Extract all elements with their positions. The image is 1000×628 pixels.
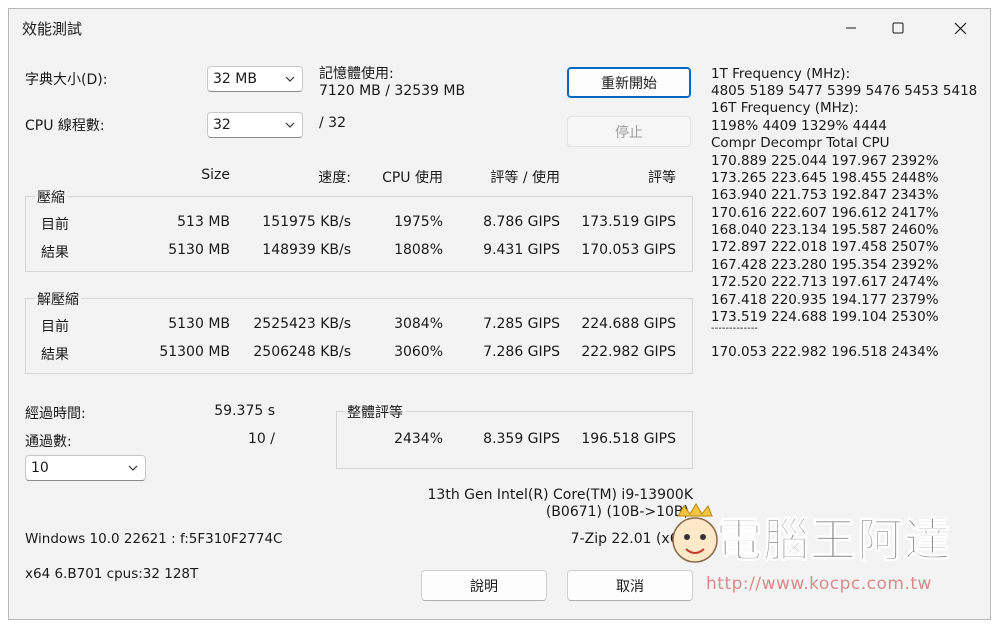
- compress-result-size: 5130 MB: [168, 242, 230, 258]
- column-speed: 速度:: [318, 170, 351, 186]
- compress-current-rating: 173.519 GIPS: [581, 214, 676, 230]
- memory-usage-label: 記憶體使用:: [319, 66, 394, 82]
- compress-result-rating: 170.053 GIPS: [581, 242, 676, 258]
- cpu-threads-max: / 32: [319, 115, 346, 131]
- decompress-current-rating: 224.688 GIPS: [581, 316, 676, 332]
- watermark: 電腦王阿達 http://www.kocpc.com.tw: [664, 494, 984, 604]
- title-bar: 效能測試: [9, 9, 990, 47]
- log-line: 173.265 223.645 198.455 2448%: [711, 170, 939, 186]
- log-line: 170.053 222.982 196.518 2434%: [711, 344, 939, 360]
- chevron-down-icon: [285, 122, 295, 128]
- log-line: Compr Decompr Total CPU: [711, 135, 890, 151]
- dict-size-value: 32 MB: [213, 71, 257, 87]
- decompress-current-rpu: 7.285 GIPS: [483, 316, 560, 332]
- watermark-name: 電腦王阿達: [716, 513, 951, 568]
- decompress-group-title: 解壓縮: [35, 289, 81, 309]
- total-rating-title: 整體評等: [345, 402, 405, 422]
- restart-button[interactable]: 重新開始: [567, 67, 691, 98]
- chevron-down-icon: [128, 465, 138, 471]
- column-size: Size: [201, 167, 230, 183]
- compress-current-rpu: 8.786 GIPS: [483, 214, 560, 230]
- decompress-result-rating: 222.982 GIPS: [581, 344, 676, 360]
- stop-button[interactable]: 停止: [567, 116, 691, 147]
- total-rpu: 8.359 GIPS: [483, 431, 560, 447]
- log-line: 167.418 220.935 194.177 2379%: [711, 292, 939, 308]
- close-button[interactable]: [937, 9, 983, 47]
- cpu-threads-label: CPU 線程數:: [25, 118, 105, 134]
- compress-result-cpu: 1808%: [394, 242, 443, 258]
- log-line: 1198% 4409 1329% 4444: [711, 118, 887, 134]
- cpu-id: (B0671) (10B->10B): [545, 504, 689, 520]
- mascot-icon: [672, 503, 718, 563]
- decompress-current-cpu: 3084%: [394, 316, 443, 332]
- log-separator: -------------: [711, 323, 758, 334]
- watermark-url: http://www.kocpc.com.tw: [706, 574, 932, 594]
- passes-select-value: 10: [31, 460, 49, 476]
- decompress-result-cpu: 3060%: [394, 344, 443, 360]
- log-line: 167.428 223.280 195.354 2392%: [711, 257, 939, 273]
- window-title: 效能測試: [22, 20, 83, 38]
- compress-current-size: 513 MB: [177, 214, 230, 230]
- total-cpu: 2434%: [394, 431, 443, 447]
- compress-result-rpu: 9.431 GIPS: [483, 242, 560, 258]
- passes-select[interactable]: 10: [25, 455, 146, 481]
- log-line: 170.616 222.607 196.612 2417%: [711, 205, 939, 221]
- minimize-icon: [846, 27, 856, 29]
- log-line: 163.940 221.753 192.847 2343%: [711, 187, 939, 203]
- memory-usage-value: 7120 MB / 32539 MB: [319, 83, 466, 99]
- decompress-result-size: 51300 MB: [159, 344, 230, 360]
- maximize-button[interactable]: [875, 9, 921, 47]
- column-rating-usage: 評等 / 使用: [490, 170, 560, 186]
- decompress-result-speed: 2506248 KB/s: [253, 344, 351, 360]
- arch-info: x64 6.B701 cpus:32 128T: [25, 566, 199, 582]
- compress-result-speed: 148939 KB/s: [262, 242, 351, 258]
- elapsed-time-label: 經過時間:: [25, 406, 86, 422]
- decompress-current-size: 5130 MB: [168, 316, 230, 332]
- log-line: 172.520 222.713 197.617 2474%: [711, 274, 939, 290]
- help-button[interactable]: 說明: [421, 570, 547, 601]
- compress-result-label: 結果: [41, 245, 69, 261]
- decompress-current-label: 目前: [41, 319, 69, 335]
- os-info: Windows 10.0 22621 : f:5F310F2774C: [25, 531, 283, 547]
- decompress-current-speed: 2525423 KB/s: [253, 316, 351, 332]
- minimize-button[interactable]: [828, 9, 874, 47]
- decompress-result-label: 結果: [41, 347, 69, 363]
- dict-size-select[interactable]: 32 MB: [207, 66, 303, 92]
- close-icon: [954, 22, 966, 34]
- maximize-icon: [892, 22, 904, 34]
- passes-label: 通過數:: [25, 434, 72, 450]
- decompress-group: [25, 298, 693, 374]
- column-cpu-usage: CPU 使用: [382, 170, 443, 186]
- log-line: 170.889 225.044 197.967 2392%: [711, 153, 939, 169]
- version-text: 7-Zip 22.01 (x64): [570, 531, 693, 547]
- compress-current-speed: 151975 KB/s: [262, 214, 351, 230]
- chevron-down-icon: [285, 76, 295, 82]
- column-rating: 評等: [648, 170, 676, 186]
- passes-value: 10 /: [248, 431, 275, 447]
- total-rating: 196.518 GIPS: [581, 431, 676, 447]
- log-line: 4805 5189 5477 5399 5476 5453 5418: [711, 83, 978, 99]
- dict-size-label: 字典大小(D):: [25, 72, 108, 88]
- log-line: 168.040 223.134 195.587 2460%: [711, 222, 939, 238]
- cpu-threads-select[interactable]: 32: [207, 112, 303, 138]
- compress-current-label: 目前: [41, 217, 69, 233]
- log-line: 1T Frequency (MHz):: [711, 66, 851, 82]
- elapsed-time-value: 59.375 s: [214, 403, 275, 419]
- benchmark-window: 效能測試 字典大小(D): 32 MB 記憶體使用: 7120 MB / 325…: [8, 8, 991, 620]
- cpu-threads-value: 32: [213, 117, 231, 133]
- cpu-model: 13th Gen Intel(R) Core(TM) i9-13900K: [427, 487, 693, 503]
- compress-group-title: 壓縮: [35, 187, 67, 207]
- decompress-result-rpu: 7.286 GIPS: [483, 344, 560, 360]
- log-line: 172.897 222.018 197.458 2507%: [711, 239, 939, 255]
- compress-current-cpu: 1975%: [394, 214, 443, 230]
- log-line: 16T Frequency (MHz):: [711, 100, 859, 116]
- compress-group: [25, 196, 693, 272]
